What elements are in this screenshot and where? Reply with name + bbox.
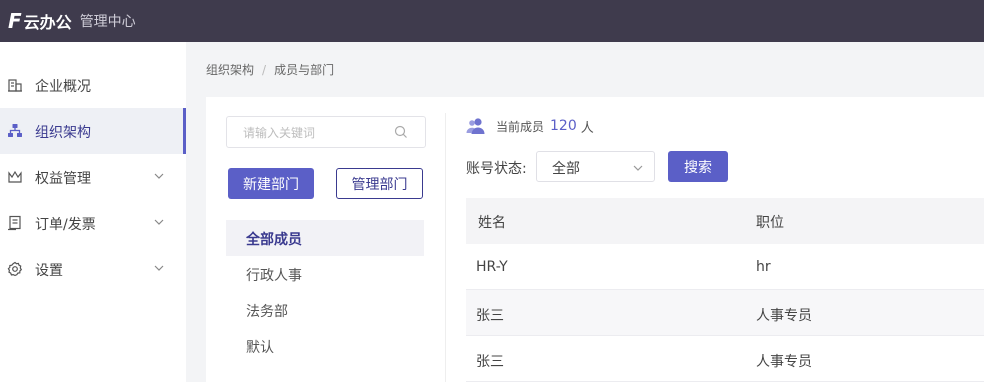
chevron-down-icon	[633, 165, 643, 171]
sidebar-item-benefits[interactable]: 权益管理	[0, 154, 186, 200]
department-label: 行政人事	[246, 268, 302, 284]
table-row[interactable]: 张三 人事专员	[466, 290, 984, 336]
account-status-label: 账号状态:	[466, 161, 527, 177]
cell-position: 人事专员	[756, 354, 812, 370]
gear-icon	[7, 261, 23, 277]
department-label: 默认	[246, 340, 274, 356]
account-status-select[interactable]: 全部	[536, 151, 655, 182]
chevron-down-icon	[154, 265, 164, 271]
department-item[interactable]: 行政人事	[226, 256, 424, 292]
crown-icon	[8, 170, 22, 183]
member-count: 当前成员 120 人	[466, 116, 594, 136]
sidebar-item-org[interactable]: 组织架构	[0, 108, 186, 154]
department-label: 全部成员	[246, 232, 302, 248]
logo[interactable]: F 云办公 管理中心	[8, 9, 136, 33]
sidebar-item-orders[interactable]: 订单/发票	[0, 200, 186, 246]
department-search-input[interactable]	[241, 123, 395, 143]
breadcrumb-separator: /	[262, 63, 267, 77]
sidebar-item-overview[interactable]: 企业概况	[0, 62, 186, 108]
building-icon	[8, 79, 22, 92]
breadcrumb: 组织架构 / 成员与部门	[206, 61, 334, 78]
table-row[interactable]: HR-Y hr	[466, 244, 984, 290]
search-icon[interactable]	[394, 125, 408, 139]
cell-position: hr	[756, 259, 771, 275]
sidebar-item-label: 订单/发票	[35, 217, 96, 233]
top-bar: F 云办公 管理中心	[0, 0, 984, 42]
member-count-unit: 人	[580, 120, 594, 136]
sidebar-item-label: 企业概况	[35, 79, 91, 95]
sidebar-item-label: 设置	[35, 263, 63, 279]
cell-position: 人事专员	[756, 308, 812, 324]
sidebar-item-label: 组织架构	[35, 125, 91, 141]
table-row[interactable]: 张三 人事专员	[466, 336, 984, 382]
breadcrumb-item[interactable]: 组织架构	[206, 63, 254, 77]
department-search	[226, 116, 426, 148]
users-icon	[466, 118, 485, 134]
sidebar-item-settings[interactable]: 设置	[0, 246, 186, 292]
receipt-icon	[8, 215, 21, 231]
cell-name: 张三	[476, 308, 504, 324]
table-header: 姓名 职位	[466, 198, 984, 244]
member-count-value: 120	[550, 118, 577, 134]
new-department-button[interactable]: 新建部门	[228, 168, 314, 199]
app-subtitle: 管理中心	[79, 14, 136, 30]
sidebar: 企业概况 组织架构 权益管理 订单/发票 设置	[0, 42, 186, 382]
member-count-label: 当前成员	[496, 119, 545, 134]
search-button[interactable]: 搜索	[668, 151, 728, 182]
panel-divider	[445, 113, 446, 382]
manage-department-button[interactable]: 管理部门	[336, 168, 423, 199]
column-header-position: 职位	[756, 215, 784, 231]
chevron-down-icon	[154, 173, 164, 179]
column-header-name: 姓名	[478, 215, 506, 231]
chevron-down-icon	[154, 219, 164, 225]
logo-mark: F	[8, 9, 22, 33]
sidebar-item-label: 权益管理	[35, 171, 91, 187]
department-item[interactable]: 法务部	[226, 292, 424, 328]
org-chart-icon	[8, 124, 22, 137]
department-item[interactable]: 默认	[226, 328, 424, 364]
department-label: 法务部	[246, 304, 288, 320]
department-item[interactable]: 全部成员	[226, 220, 424, 256]
cell-name: HR-Y	[476, 259, 508, 275]
cell-name: 张三	[476, 354, 504, 370]
logo-text: 云办公	[23, 13, 72, 32]
account-status-value: 全部	[552, 161, 580, 177]
breadcrumb-current: 成员与部门	[274, 63, 335, 77]
